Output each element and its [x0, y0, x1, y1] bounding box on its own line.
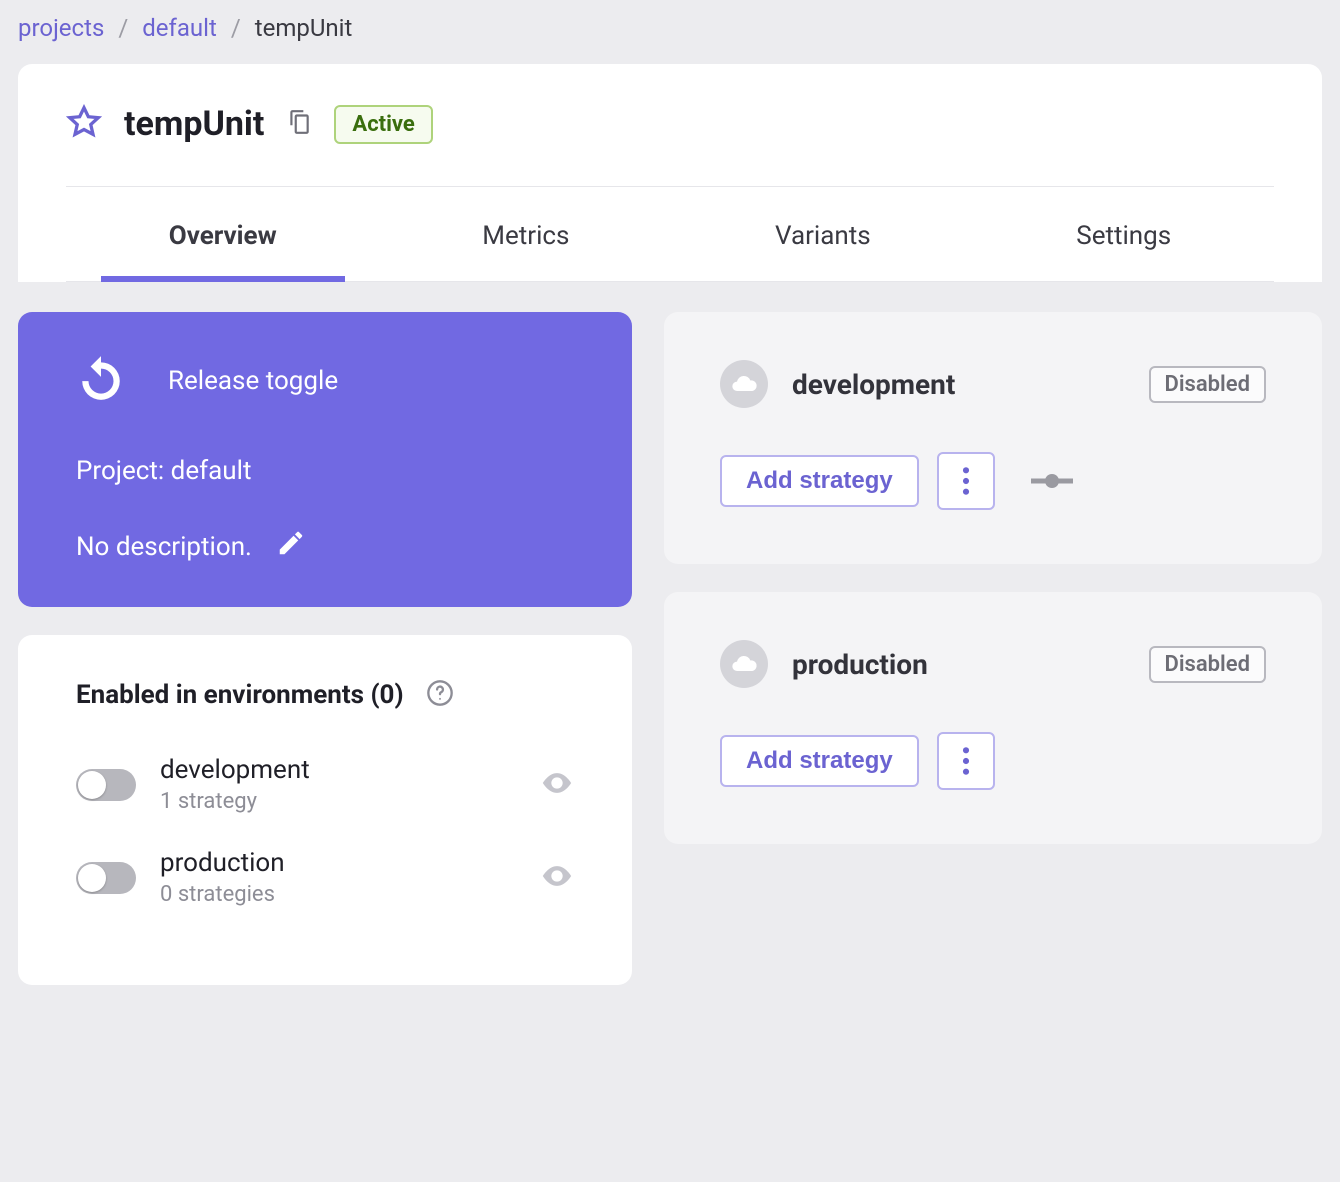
environments-heading: Enabled in environments (0) — [76, 680, 404, 710]
add-strategy-button[interactable]: Add strategy — [720, 735, 919, 787]
strategy-status-badge: Disabled — [1149, 366, 1267, 403]
env-toggle-development[interactable] — [76, 769, 136, 801]
title-row: tempUnit Active — [66, 104, 1274, 187]
pencil-icon[interactable] — [276, 528, 306, 565]
breadcrumb-default[interactable]: default — [142, 14, 217, 42]
cloud-icon — [720, 640, 768, 688]
env-strategy-count: 1 strategy — [160, 789, 516, 814]
environments-card: Enabled in environments (0) development … — [18, 635, 632, 985]
breadcrumb-current: tempUnit — [255, 14, 353, 42]
env-name: production — [160, 848, 516, 878]
strategy-menu-button[interactable] — [937, 732, 995, 790]
commit-line-icon — [1031, 472, 1073, 490]
strategy-card-production: production Disabled Add strategy — [664, 592, 1322, 844]
add-strategy-button[interactable]: Add strategy — [720, 455, 919, 507]
help-icon[interactable] — [426, 679, 454, 711]
breadcrumb: projects / default / tempUnit — [0, 0, 1340, 64]
strategy-env-name: production — [792, 648, 1125, 681]
content-area: Release toggle Project: default No descr… — [0, 282, 1340, 985]
toggle-type-label: Release toggle — [168, 366, 338, 396]
page-title: tempUnit — [124, 104, 264, 144]
project-label: Project: default — [76, 456, 574, 486]
right-column: development Disabled Add strategy produc… — [664, 312, 1322, 985]
tab-overview[interactable]: Overview — [151, 221, 295, 281]
strategy-menu-button[interactable] — [937, 452, 995, 510]
env-strategy-count: 0 strategies — [160, 882, 516, 907]
refresh-icon — [76, 354, 126, 408]
left-column: Release toggle Project: default No descr… — [18, 312, 632, 985]
cloud-icon — [720, 360, 768, 408]
strategy-status-badge: Disabled — [1149, 646, 1267, 683]
env-name: development — [160, 755, 516, 785]
feature-info-panel: Release toggle Project: default No descr… — [18, 312, 632, 607]
star-icon[interactable] — [66, 104, 102, 144]
tabs: Overview Metrics Variants Settings — [66, 187, 1274, 282]
eye-icon[interactable] — [540, 859, 574, 897]
description-text: No description. — [76, 532, 252, 562]
tab-settings[interactable]: Settings — [1058, 221, 1189, 281]
breadcrumb-projects[interactable]: projects — [18, 14, 104, 42]
breadcrumb-sep: / — [231, 14, 241, 42]
env-item-production: production 0 strategies — [76, 848, 574, 907]
copy-icon[interactable] — [286, 109, 312, 139]
env-toggle-production[interactable] — [76, 862, 136, 894]
env-item-development: development 1 strategy — [76, 755, 574, 814]
breadcrumb-sep: / — [118, 14, 128, 42]
strategy-card-development: development Disabled Add strategy — [664, 312, 1322, 564]
tab-metrics[interactable]: Metrics — [464, 221, 587, 281]
feature-header-card: tempUnit Active Overview Metrics Variant… — [18, 64, 1322, 282]
tab-variants[interactable]: Variants — [757, 221, 889, 281]
strategy-env-name: development — [792, 368, 1125, 401]
eye-icon[interactable] — [540, 766, 574, 804]
status-badge: Active — [334, 105, 432, 144]
